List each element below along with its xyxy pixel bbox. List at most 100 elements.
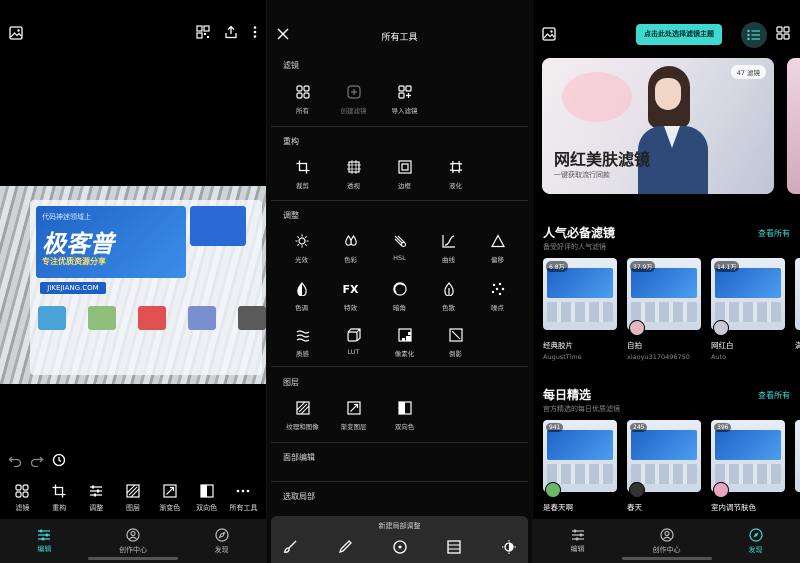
gradient-layer-icon: [346, 401, 361, 415]
tool-gradient-layer[interactable]: 渐变图层: [328, 401, 379, 431]
nav-edit[interactable]: 编辑: [9, 529, 79, 554]
filter-name: 春天: [627, 503, 642, 512]
filter-card[interactable]: 941 是春天啊: [543, 420, 617, 513]
tool-layers[interactable]: 图层: [118, 484, 148, 513]
photo-url: JIKEJIANG.COM: [40, 282, 106, 294]
tool-noise[interactable]: 噪点: [473, 282, 522, 312]
tool-adjust[interactable]: 调整: [81, 484, 111, 513]
filter-name: 自拍: [627, 341, 642, 350]
avatar[interactable]: [629, 482, 645, 498]
qr-code-icon[interactable]: [196, 25, 210, 39]
tool-shift[interactable]: 偏移: [473, 234, 522, 264]
tool-duotone-layer[interactable]: 双向色: [379, 401, 430, 431]
photo-canvas[interactable]: 代码神迷领域上 极客普 专注优质资源分享 JIKEJIANG.COM: [0, 186, 266, 384]
tool-row: 纹理和图像 渐变图层 双向色: [277, 401, 522, 431]
dropper-icon[interactable]: [338, 540, 352, 554]
nav-creator[interactable]: 创作中心: [98, 527, 168, 555]
use-count: 396: [714, 423, 732, 432]
row-select-local[interactable]: 选取局部: [283, 491, 315, 502]
thumbnail-grid: [715, 464, 781, 484]
view-all-link[interactable]: 查看所有: [758, 390, 790, 401]
filter-card[interactable]: 396 室内调节肤色: [711, 420, 785, 513]
tool-color[interactable]: 色彩: [326, 234, 375, 264]
tone-drop-icon: [295, 282, 309, 296]
nav-discover[interactable]: 发现: [721, 527, 791, 555]
nav-discover[interactable]: 发现: [187, 527, 257, 555]
tool-lut[interactable]: LUT: [328, 328, 379, 358]
avatar[interactable]: [545, 482, 561, 498]
reflection-icon: [448, 328, 463, 342]
gallery-icon[interactable]: [9, 26, 23, 40]
tool-gradient[interactable]: 渐变色: [155, 484, 185, 513]
light-icon[interactable]: [502, 540, 516, 554]
row-face-edit[interactable]: 面部编辑: [283, 452, 315, 463]
more-vertical-icon[interactable]: [252, 25, 258, 39]
tool-filter[interactable]: 滤镜: [7, 484, 37, 513]
nav-edit[interactable]: 编辑: [543, 529, 613, 554]
tool-all-filters[interactable]: 所有: [277, 85, 328, 115]
section-title: 滤镜: [283, 61, 299, 70]
featured-banner[interactable]: 47 滤镜 网红美肤滤镜 一键获取流行同款: [542, 58, 774, 194]
tool-pixelate[interactable]: 像素化: [379, 328, 430, 358]
tool-label: 特效: [344, 304, 357, 312]
linear-icon[interactable]: [447, 540, 461, 554]
filter-card[interactable]: [795, 420, 800, 513]
tool-texture-image[interactable]: 纹理和图像: [277, 401, 328, 431]
tool-light[interactable]: 光效: [277, 234, 326, 264]
tool-import-filter[interactable]: 导入滤镜: [379, 85, 430, 115]
tool-dispersion[interactable]: 色散: [424, 282, 473, 312]
tool-border[interactable]: 边框: [379, 160, 430, 190]
tool-vignette[interactable]: 暗角: [375, 282, 424, 312]
tool-all[interactable]: 所有工具: [228, 484, 258, 513]
tool-label: 滤镜: [15, 504, 30, 512]
history-icon[interactable]: [52, 453, 66, 467]
undo-icon[interactable]: [8, 453, 22, 467]
share-icon[interactable]: [224, 25, 238, 39]
tool-curves[interactable]: 曲线: [424, 234, 473, 264]
filter-author: AugustTime: [543, 353, 582, 361]
filter-card[interactable]: 37.9万 自拍 xiaoyu3170496750: [627, 258, 701, 361]
tool-label: 双向色: [196, 504, 218, 512]
photo-tile: [238, 306, 266, 330]
filter-name: 满: [795, 341, 800, 350]
tool-restructure[interactable]: 重构: [44, 484, 74, 513]
avatar[interactable]: [713, 320, 729, 336]
filter-card[interactable]: 6.8万 经典胶片 AugustTime: [543, 258, 617, 361]
nav-label: 创作中心: [652, 545, 681, 554]
grid-view-icon[interactable]: [776, 26, 790, 40]
filter-card[interactable]: 245 春天: [627, 420, 701, 513]
nav-label: 创作中心: [118, 545, 147, 554]
avatar[interactable]: [629, 320, 645, 336]
choose-theme-button[interactable]: 点击此处选择滤镜主题: [636, 24, 722, 45]
nav-creator[interactable]: 创作中心: [632, 527, 702, 555]
tool-duotone[interactable]: 双向色: [192, 484, 222, 513]
tool-row: 光效 色彩 HSL 曲线 偏移: [277, 234, 522, 264]
filter-name: 经典胶片: [543, 341, 573, 350]
section-title: 调整: [283, 211, 299, 220]
view-all-link[interactable]: 查看所有: [758, 228, 790, 239]
list-view-button[interactable]: [741, 22, 767, 48]
filter-card[interactable]: 14.1万 网红白 Auto: [711, 258, 785, 361]
sliders-icon: [89, 484, 103, 498]
thumbnail-grid: [547, 302, 613, 322]
avatar[interactable]: [713, 482, 729, 498]
tool-texture[interactable]: 质感: [277, 328, 328, 358]
radial-icon[interactable]: [392, 540, 407, 554]
section-title: 人气必备滤镜: [543, 226, 616, 240]
tool-label: 裁剪: [296, 182, 309, 190]
gallery-icon[interactable]: [542, 27, 556, 41]
tool-effects[interactable]: FX 特效: [326, 282, 375, 313]
next-banner-peek[interactable]: [787, 58, 800, 194]
tool-label: 暗角: [393, 304, 406, 312]
tool-liquify[interactable]: 液化: [430, 160, 481, 190]
filter-card[interactable]: 满: [795, 258, 800, 361]
pixelate-icon: [397, 328, 412, 342]
tool-create-filter[interactable]: 创建滤镜: [328, 85, 379, 115]
redo-icon[interactable]: [30, 453, 44, 467]
tool-tone[interactable]: 色调: [277, 282, 326, 312]
brush-icon[interactable]: [283, 540, 297, 554]
tool-crop[interactable]: 裁剪: [277, 160, 328, 190]
tool-perspective[interactable]: 透视: [328, 160, 379, 190]
tool-reflection[interactable]: 倒影: [430, 328, 481, 358]
tool-hsl[interactable]: HSL: [375, 234, 424, 264]
